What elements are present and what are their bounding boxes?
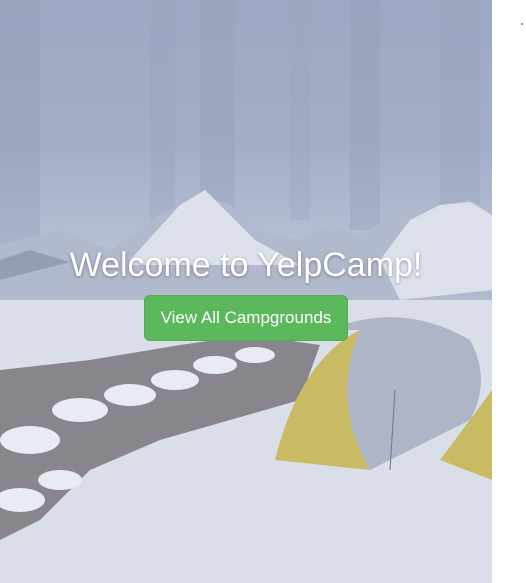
decorative-dot bbox=[521, 23, 523, 25]
hero-content: Welcome to YelpCamp! View All Campground… bbox=[0, 245, 492, 341]
hero-title: Welcome to YelpCamp! bbox=[69, 246, 423, 284]
page: Welcome to YelpCamp! View All Campground… bbox=[0, 0, 526, 583]
view-all-campgrounds-button[interactable]: View All Campgrounds bbox=[143, 295, 349, 341]
hero-slideshow: Welcome to YelpCamp! View All Campground… bbox=[0, 0, 492, 583]
